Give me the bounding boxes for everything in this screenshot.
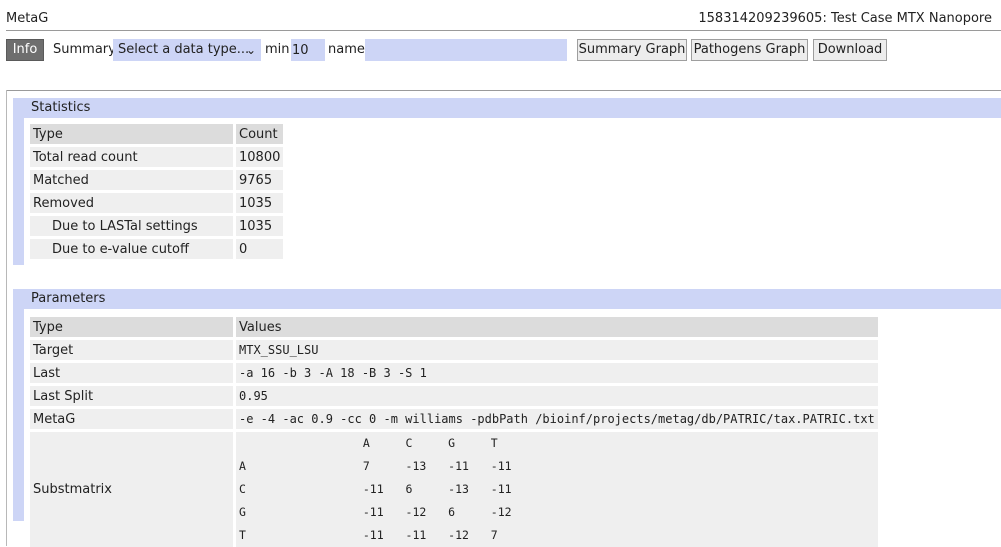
data-type-selected-value: Select a data type... (118, 42, 250, 57)
matrix-value: -11 (362, 527, 384, 542)
matrix-value: -12 (448, 527, 469, 542)
table-row: Matched 9765 (30, 170, 284, 193)
download-button[interactable]: Download (813, 39, 887, 61)
table-row: Total read count 10800 (30, 147, 284, 170)
stat-type: Matched (30, 170, 236, 193)
statistics-table: Type Count Total read count 10800 Matche… (30, 124, 284, 262)
matrix-value: -11 (490, 458, 512, 473)
stat-count: 1035 (236, 216, 284, 239)
table-row: Last Split 0.95 (30, 386, 878, 409)
table-row: Last -a 16 -b 3 -A 18 -B 3 -S 1 (30, 363, 878, 386)
toolbar: Info Summary Select a data type... ⌄ min… (6, 39, 996, 61)
param-type: Last Split (30, 386, 236, 409)
stat-type: Due to LASTal settings (30, 216, 236, 239)
min-label: min (265, 42, 290, 57)
matrix-corner (239, 432, 363, 455)
column-header: Values (236, 317, 878, 340)
matrix-value: -11 (362, 504, 384, 519)
substitution-matrix-cell: A C G T A 7 -13 -11 -11 C -11 6 -13 -11 … (236, 432, 878, 547)
parameters-section: Parameters Type Values Target MTX_SSU_LS… (13, 289, 1001, 547)
matrix-value: 7 (362, 458, 370, 473)
matrix-row: T -11 -11 -12 7 (239, 524, 875, 547)
matrix-row-header: A (239, 458, 246, 473)
matrix-row: C -11 6 -13 -11 (239, 478, 875, 501)
table-row: Due to e-value cutoff 0 (30, 239, 284, 262)
summary-graph-button[interactable]: Summary Graph (577, 39, 687, 61)
content-left-border (6, 90, 7, 546)
table-header-row: Type Values (30, 317, 878, 340)
stat-count: 9765 (236, 170, 284, 193)
matrix-row: A 7 -13 -11 -11 (239, 455, 875, 478)
matrix-col-header: A (362, 435, 370, 450)
matrix-row-header: G (239, 504, 246, 519)
matrix-col-header: C (405, 435, 413, 450)
table-row: Removed 1035 (30, 193, 284, 216)
title-divider (6, 30, 1001, 31)
matrix-value: -13 (405, 458, 427, 473)
table-row: Due to LASTal settings 1035 (30, 216, 284, 239)
matrix-row: G -11 -12 6 -12 (239, 501, 875, 524)
column-header: Type (30, 317, 236, 340)
app-title: MetaG (6, 11, 49, 26)
run-title: 158314209239605: Test Case MTX Nanopore (698, 11, 992, 26)
param-value: -a 16 -b 3 -A 18 -B 3 -S 1 (236, 363, 878, 386)
matrix-value: -12 (490, 504, 512, 519)
matrix-col-header: T (490, 435, 498, 450)
matrix-row-header: C (239, 481, 246, 496)
stat-type: Due to e-value cutoff (30, 239, 236, 262)
matrix-value: -11 (405, 527, 427, 542)
matrix-row-header: T (239, 527, 246, 542)
param-type: Last (30, 363, 236, 386)
statistics-section: Statistics Type Count Total read count 1… (13, 98, 1001, 265)
pathogens-graph-button[interactable]: Pathogens Graph (691, 39, 808, 61)
table-header-row: Type Count (30, 124, 284, 147)
section-accent-bar (13, 289, 24, 521)
matrix-value: 6 (405, 481, 413, 496)
column-header: Count (236, 124, 284, 147)
stat-type: Removed (30, 193, 236, 216)
statistics-header: Statistics (24, 98, 1001, 118)
matrix-value: -11 (362, 481, 384, 496)
summary-label: Summary (53, 42, 116, 57)
table-row: Substmatrix A C G T A 7 -13 -11 -11 C -1… (30, 432, 878, 547)
matrix-value: -13 (448, 481, 469, 496)
matrix-col-header: G (448, 435, 456, 450)
stat-count: 0 (236, 239, 284, 262)
stat-count: 1035 (236, 193, 284, 216)
param-value: MTX_SSU_LSU (236, 340, 878, 363)
matrix-header-row: A C G T (239, 432, 875, 455)
stat-type: Total read count (30, 147, 236, 170)
matrix-value: -12 (405, 504, 427, 519)
parameters-table: Type Values Target MTX_SSU_LSU Last -a 1… (30, 317, 878, 547)
param-type: MetaG (30, 409, 236, 432)
name-input[interactable] (365, 39, 567, 61)
info-button[interactable]: Info (6, 39, 44, 61)
param-type: Target (30, 340, 236, 363)
column-header: Type (30, 124, 236, 147)
parameters-header: Parameters (24, 289, 1001, 309)
data-type-select[interactable]: Select a data type... ⌄ (113, 39, 261, 61)
matrix-value: 7 (490, 527, 498, 542)
matrix-value: -11 (490, 481, 512, 496)
param-value: -e -4 -ac 0.9 -cc 0 -m williams -pdbPath… (236, 409, 878, 432)
chevron-down-icon: ⌄ (245, 43, 256, 57)
substitution-matrix: A C G T A 7 -13 -11 -11 C -11 6 -13 -11 … (239, 432, 875, 547)
matrix-value: -11 (448, 458, 469, 473)
param-type: Substmatrix (30, 432, 236, 547)
content-divider (6, 90, 1001, 91)
name-label: name (328, 42, 365, 57)
matrix-value: 6 (448, 504, 456, 519)
section-accent-bar (13, 98, 24, 265)
stat-count: 10800 (236, 147, 284, 170)
min-input[interactable] (291, 39, 325, 61)
table-row: MetaG -e -4 -ac 0.9 -cc 0 -m williams -p… (30, 409, 878, 432)
table-row: Target MTX_SSU_LSU (30, 340, 878, 363)
param-value: 0.95 (236, 386, 878, 409)
